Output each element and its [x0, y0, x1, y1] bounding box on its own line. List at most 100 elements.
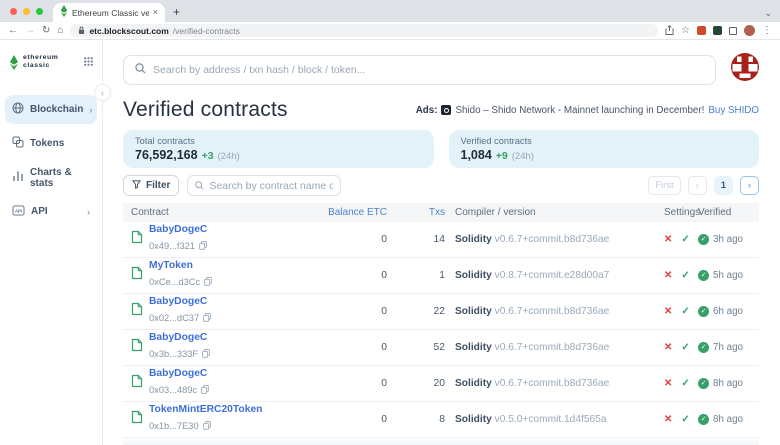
header-balance-etc[interactable]: Balance ETC: [313, 207, 387, 218]
sidebar: ethereum classic ‹ Blockchain › Tokens: [0, 40, 103, 445]
txs-cell: 1: [387, 270, 445, 281]
extension-icon[interactable]: [713, 26, 722, 35]
contract-file-icon: [131, 410, 143, 429]
svg-text:API: API: [15, 208, 22, 213]
verified-time: 5h ago: [713, 270, 743, 281]
balance-cell: 0: [313, 342, 387, 353]
sidebar-item-label: Tokens: [30, 138, 64, 149]
contract-search-input[interactable]: [209, 180, 333, 192]
reload-button[interactable]: ↻: [42, 26, 50, 36]
tokens-icon: [12, 136, 24, 151]
copy-icon[interactable]: [202, 345, 210, 363]
tab-list-chevron-icon[interactable]: ⌄: [764, 8, 772, 19]
ads-link[interactable]: Buy SHIDO: [708, 105, 759, 116]
global-search-input[interactable]: [153, 64, 704, 76]
metamask-extension-icon[interactable]: [697, 26, 706, 35]
bookmark-star-icon[interactable]: ☆: [681, 26, 690, 36]
browser-tab[interactable]: Ethereum Classic verified con ×: [53, 3, 165, 22]
contract-file-icon: [131, 230, 143, 249]
chevron-right-icon: ›: [87, 207, 90, 217]
address-bar[interactable]: etc.blockscout.com/verified-contracts: [70, 24, 658, 37]
browser-menu-icon[interactable]: ⋮: [762, 26, 772, 36]
app-logo-text: ethereum classic: [23, 54, 58, 71]
verified-badge-icon: ✓: [698, 306, 709, 317]
contract-file-icon: [131, 266, 143, 285]
header-txs[interactable]: Txs: [387, 207, 445, 218]
balance-cell: 0: [313, 306, 387, 317]
copy-icon[interactable]: [203, 309, 211, 327]
contract-name-link[interactable]: MyToken: [149, 260, 212, 273]
apps-grid-icon[interactable]: [84, 53, 93, 71]
verified-badge-icon: ✓: [698, 234, 709, 245]
pagination-prev-button[interactable]: ‹: [688, 176, 707, 195]
verified-cell: ✓ 8h ago: [698, 414, 759, 425]
stat-label: Total contracts: [135, 136, 422, 146]
new-tab-button[interactable]: +: [173, 5, 180, 19]
contract-file-icon: [131, 338, 143, 357]
balance-cell: 0: [313, 270, 387, 281]
stat-value: 76,592,168: [135, 148, 198, 162]
share-icon[interactable]: [665, 22, 674, 40]
filter-button-label: Filter: [146, 180, 170, 191]
check-icon: ✓: [681, 234, 689, 245]
pagination-page-1[interactable]: 1: [714, 176, 733, 195]
pagination-first-button[interactable]: First: [648, 176, 680, 195]
stat-period: (24h): [218, 151, 240, 162]
contract-name-link[interactable]: BabyDogeC: [149, 368, 209, 381]
filter-button[interactable]: Filter: [123, 175, 179, 196]
back-button[interactable]: ←: [8, 26, 18, 36]
verified-cell: ✓ 3h ago: [698, 234, 759, 245]
settings-cell: ✕ ✓: [664, 306, 698, 317]
close-window-button[interactable]: [10, 8, 17, 15]
settings-cell: ✕ ✓: [664, 414, 698, 425]
zoom-window-button[interactable]: [36, 8, 43, 15]
contract-name-link[interactable]: BabyDogeC: [149, 224, 207, 237]
check-icon: ✓: [681, 306, 689, 317]
balance-cell: 0: [313, 234, 387, 245]
sidebar-nav: Blockchain › Tokens Charts & stats API A: [0, 95, 102, 226]
verified-cell: ✓ 5h ago: [698, 270, 759, 281]
table-row: BabyDogeC 0x03...489c 0 20 Solidity v0.6…: [123, 366, 759, 402]
copy-icon[interactable]: [201, 381, 209, 399]
window-controls[interactable]: [10, 0, 43, 22]
txs-cell: 22: [387, 306, 445, 317]
profile-avatar[interactable]: [731, 53, 759, 86]
sidebar-item-api[interactable]: API API ›: [5, 197, 97, 226]
copy-icon[interactable]: [203, 417, 211, 435]
page-title: Verified contracts: [123, 98, 288, 122]
sidebar-item-blockchain[interactable]: Blockchain ›: [5, 95, 97, 124]
x-mark-icon: ✕: [664, 378, 672, 389]
pagination-next-button[interactable]: ›: [740, 176, 759, 195]
app-logo[interactable]: ethereum classic: [0, 53, 102, 71]
api-icon: API: [12, 205, 25, 219]
contract-name-link[interactable]: TokenMintERC20Token: [149, 404, 262, 417]
verified-badge-icon: ✓: [698, 342, 709, 353]
extensions-icon[interactable]: [729, 27, 737, 35]
contract-name-link[interactable]: BabyDogeC: [149, 332, 210, 345]
contract-name-link[interactable]: BabyDogeC: [149, 296, 211, 309]
sidebar-item-charts-stats[interactable]: Charts & stats: [5, 163, 97, 192]
copy-icon[interactable]: [204, 273, 212, 291]
copy-icon[interactable]: [199, 237, 207, 255]
contract-search[interactable]: [187, 175, 341, 196]
sidebar-item-tokens[interactable]: Tokens: [5, 129, 97, 158]
settings-cell: ✕ ✓: [664, 270, 698, 281]
global-search[interactable]: [123, 55, 716, 85]
txs-cell: 14: [387, 234, 445, 245]
verified-badge-icon: ✓: [698, 414, 709, 425]
minimize-window-button[interactable]: [23, 8, 30, 15]
home-button[interactable]: ⌂: [57, 26, 63, 36]
search-icon: [195, 177, 204, 195]
compiler-cell: Solidity v0.6.7+commit.b8d736ae: [445, 342, 664, 353]
check-icon: ✓: [681, 342, 689, 353]
ads-label: Ads:: [416, 105, 438, 116]
chevron-left-icon: ‹: [101, 88, 104, 98]
browser-tab-strip: Ethereum Classic verified con × + ⌄: [0, 0, 780, 22]
forward-button[interactable]: →: [25, 26, 35, 36]
browser-profile-avatar[interactable]: [744, 25, 755, 36]
verified-cell: ✓ 6h ago: [698, 306, 759, 317]
tab-close-icon[interactable]: ×: [153, 8, 158, 17]
sidebar-collapse-button[interactable]: ‹: [94, 84, 111, 101]
sidebar-item-label: API: [31, 206, 48, 217]
search-icon: [135, 61, 146, 79]
